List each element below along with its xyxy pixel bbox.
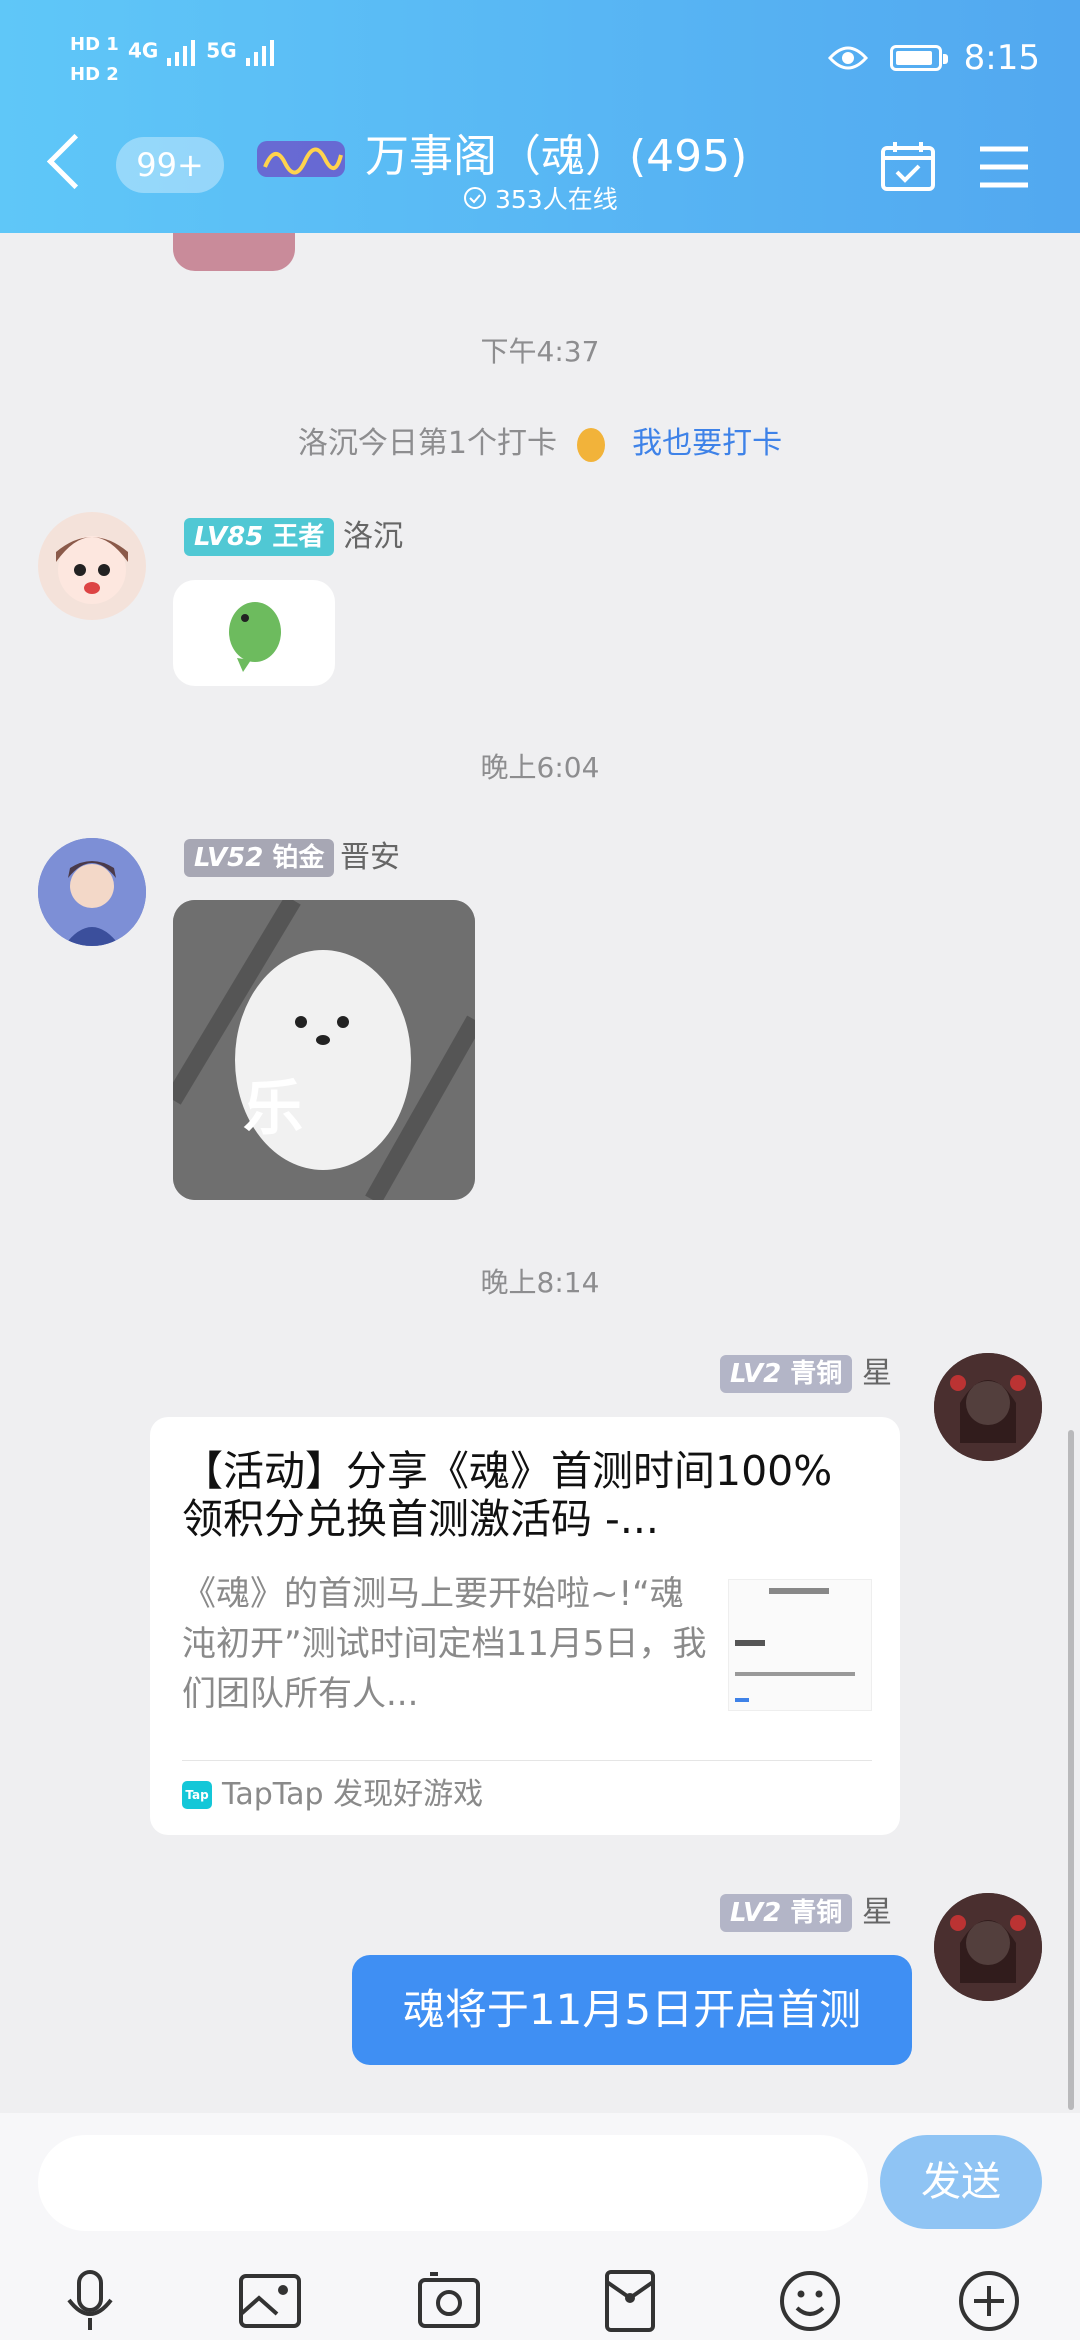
image-caption: 乐 bbox=[243, 1074, 303, 1144]
card-source: Tap TapTap 发现好游戏 bbox=[182, 1773, 483, 1817]
level-rank: 王者 bbox=[272, 522, 325, 552]
checkin-text: 洛沉今日第1个打卡 bbox=[297, 426, 557, 461]
sim1-label: HD 1 bbox=[70, 34, 119, 55]
card-thumbnail bbox=[728, 1579, 872, 1711]
dinosaur-sticker-icon bbox=[229, 602, 281, 672]
level-number: LV52 bbox=[194, 843, 264, 873]
card-divider bbox=[182, 1760, 872, 1761]
eye-icon bbox=[827, 46, 868, 70]
level-badge: LV52 铂金 bbox=[184, 839, 335, 877]
signal-icon: 4G 5G bbox=[128, 38, 278, 66]
sender-name: 星 bbox=[862, 1356, 892, 1391]
plus-icon[interactable] bbox=[956, 2268, 1022, 2334]
message-input[interactable] bbox=[38, 2135, 868, 2231]
header: HD 1 HD 2 4G 5G 8:15 99+ 万事阁（魂）(495) 353… bbox=[0, 0, 1080, 233]
sim-indicators: HD 1 HD 2 bbox=[70, 30, 119, 90]
camera-icon[interactable] bbox=[416, 2268, 482, 2334]
red-packet-icon[interactable] bbox=[597, 2268, 663, 2334]
sticker-bubble[interactable] bbox=[173, 580, 335, 686]
microphone-icon[interactable] bbox=[57, 2268, 123, 2334]
link-card[interactable]: 【活动】分享《魂》首测时间100%领积分兑换首测激活码 -... 《魂》的首测马… bbox=[150, 1417, 900, 1835]
group-title: 万事阁（魂）(495) bbox=[255, 120, 747, 185]
network-type-1: 4G bbox=[128, 38, 159, 63]
level-number: LV2 bbox=[730, 1359, 782, 1389]
taptap-logo-icon: Tap bbox=[182, 1781, 212, 1809]
level-badge: LV85 王者 bbox=[184, 518, 335, 556]
own-avatar[interactable] bbox=[934, 1353, 1042, 1461]
back-chevron-icon[interactable] bbox=[46, 133, 103, 190]
sender-name: 洛沉 bbox=[343, 519, 403, 554]
checkin-link[interactable]: 我也要打卡 bbox=[632, 426, 782, 461]
clock: 8:15 bbox=[963, 38, 1040, 78]
avatar[interactable] bbox=[38, 838, 146, 946]
network-type-2: 5G bbox=[206, 38, 237, 63]
timestamp: 下午4:37 bbox=[480, 335, 600, 368]
level-number: LV85 bbox=[194, 522, 264, 552]
scrollbar[interactable] bbox=[1068, 1430, 1074, 2110]
online-count: 353人在线 bbox=[463, 180, 618, 216]
level-rank: 铂金 bbox=[272, 843, 325, 873]
image-icon[interactable] bbox=[237, 2268, 303, 2334]
level-number: LV2 bbox=[730, 1898, 782, 1928]
medal-icon bbox=[576, 427, 605, 462]
menu-icon[interactable] bbox=[978, 145, 1030, 189]
sim2-label: HD 2 bbox=[70, 64, 119, 85]
unread-badge[interactable]: 99+ bbox=[116, 137, 224, 193]
avatar[interactable] bbox=[38, 512, 146, 620]
card-description: 《魂》的首测马上要开始啦~!“魂沌初开”测试时间定档11月5日，我们团队所有人.… bbox=[182, 1574, 707, 1714]
status-right: 8:15 bbox=[827, 38, 1040, 78]
status-bar: HD 1 HD 2 4G 5G 8:15 bbox=[0, 0, 1080, 120]
timestamp: 晚上8:14 bbox=[480, 1266, 600, 1299]
image-bubble[interactable]: 乐 bbox=[173, 900, 475, 1200]
previous-image-fragment bbox=[173, 233, 295, 271]
level-rank: 青铜 bbox=[790, 1359, 843, 1389]
level-badge: LV2 青铜 bbox=[720, 1894, 853, 1932]
timestamp: 晚上6:04 bbox=[480, 751, 600, 784]
text-message-bubble[interactable]: 魂将于11月5日开启首测 bbox=[352, 1955, 912, 2065]
level-badge: LV2 青铜 bbox=[720, 1355, 853, 1393]
calendar-check-icon[interactable] bbox=[880, 140, 936, 192]
group-title-text: 万事阁（魂）(495) bbox=[365, 131, 748, 182]
level-rank: 青铜 bbox=[790, 1898, 843, 1928]
card-title: 【活动】分享《魂》首测时间100%领积分兑换首测激活码 -... bbox=[182, 1447, 833, 1543]
check-circle-icon bbox=[464, 187, 486, 209]
battery-icon bbox=[889, 45, 948, 71]
sender-name: 晋安 bbox=[340, 840, 400, 875]
own-avatar[interactable] bbox=[934, 1893, 1042, 2001]
dog-meme-image bbox=[173, 900, 475, 1200]
input-bar: 发送 bbox=[0, 2113, 1080, 2340]
online-count-text: 353人在线 bbox=[495, 185, 618, 214]
sender-name: 星 bbox=[862, 1895, 892, 1930]
checkin-notice: 洛沉今日第1个打卡 我也要打卡 bbox=[0, 418, 1080, 462]
group-logo-icon bbox=[257, 141, 345, 177]
card-source-text: TapTap 发现好游戏 bbox=[222, 1777, 484, 1812]
send-button[interactable]: 发送 bbox=[880, 2135, 1042, 2229]
emoji-icon[interactable] bbox=[777, 2268, 843, 2334]
